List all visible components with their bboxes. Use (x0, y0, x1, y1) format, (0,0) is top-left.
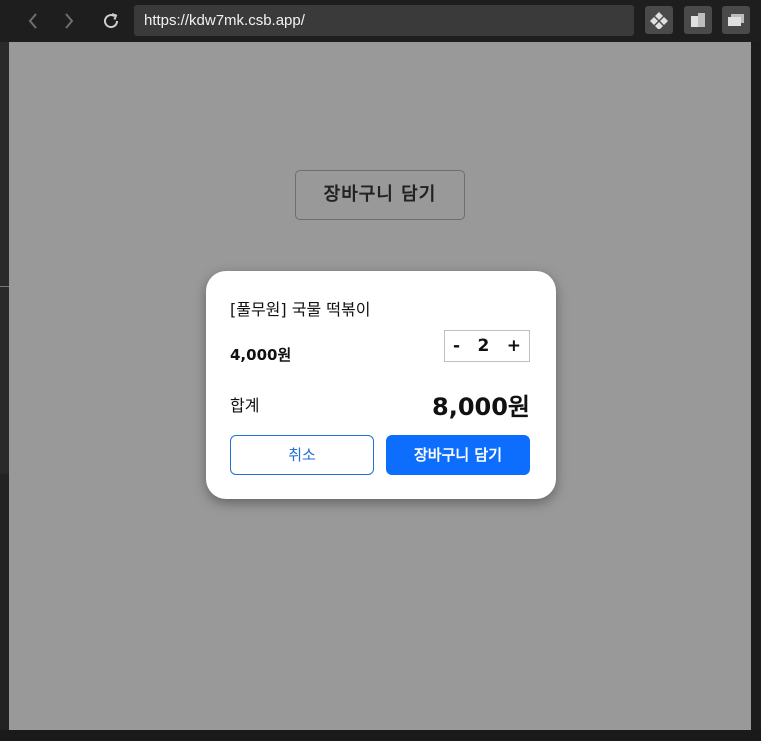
split-view-icon[interactable] (684, 6, 712, 34)
left-panel-edge (0, 42, 9, 741)
devtools-icon[interactable] (645, 6, 673, 34)
left-panel-marker (0, 286, 9, 287)
forward-icon[interactable] (56, 8, 82, 34)
new-window-icon[interactable] (722, 6, 750, 34)
add-to-cart-button[interactable]: 장바구니 담기 (386, 435, 530, 475)
right-panel-edge (751, 42, 761, 741)
product-name: [풀무원] 국물 떡볶이 (230, 300, 371, 319)
cancel-button[interactable]: 취소 (230, 435, 374, 475)
decrease-button[interactable]: - (453, 336, 460, 356)
quantity-value: 2 (477, 336, 490, 356)
reload-icon[interactable] (98, 8, 124, 34)
unit-price: 4,000원 (230, 346, 292, 364)
add-to-cart-modal: [풀무원] 국물 떡볶이 4,000원 - 2 + 합계 8,000원 취소 장… (206, 271, 556, 499)
page-viewport: 장바구니 담기 [풀무원] 국물 떡볶이 4,000원 - 2 + 합계 8,0… (9, 42, 751, 730)
increase-button[interactable]: + (507, 336, 521, 356)
open-cart-modal-button[interactable]: 장바구니 담기 (295, 170, 465, 220)
back-icon[interactable] (20, 8, 46, 34)
left-panel-segment (0, 42, 9, 474)
quantity-stepper: - 2 + (444, 330, 530, 362)
browser-toolbar: https://kdw7mk.csb.app/ (0, 0, 761, 42)
total-value: 8,000원 (432, 393, 530, 421)
url-bar[interactable]: https://kdw7mk.csb.app/ (134, 5, 634, 36)
bottom-bar (0, 730, 761, 741)
total-label: 합계 (230, 396, 260, 415)
